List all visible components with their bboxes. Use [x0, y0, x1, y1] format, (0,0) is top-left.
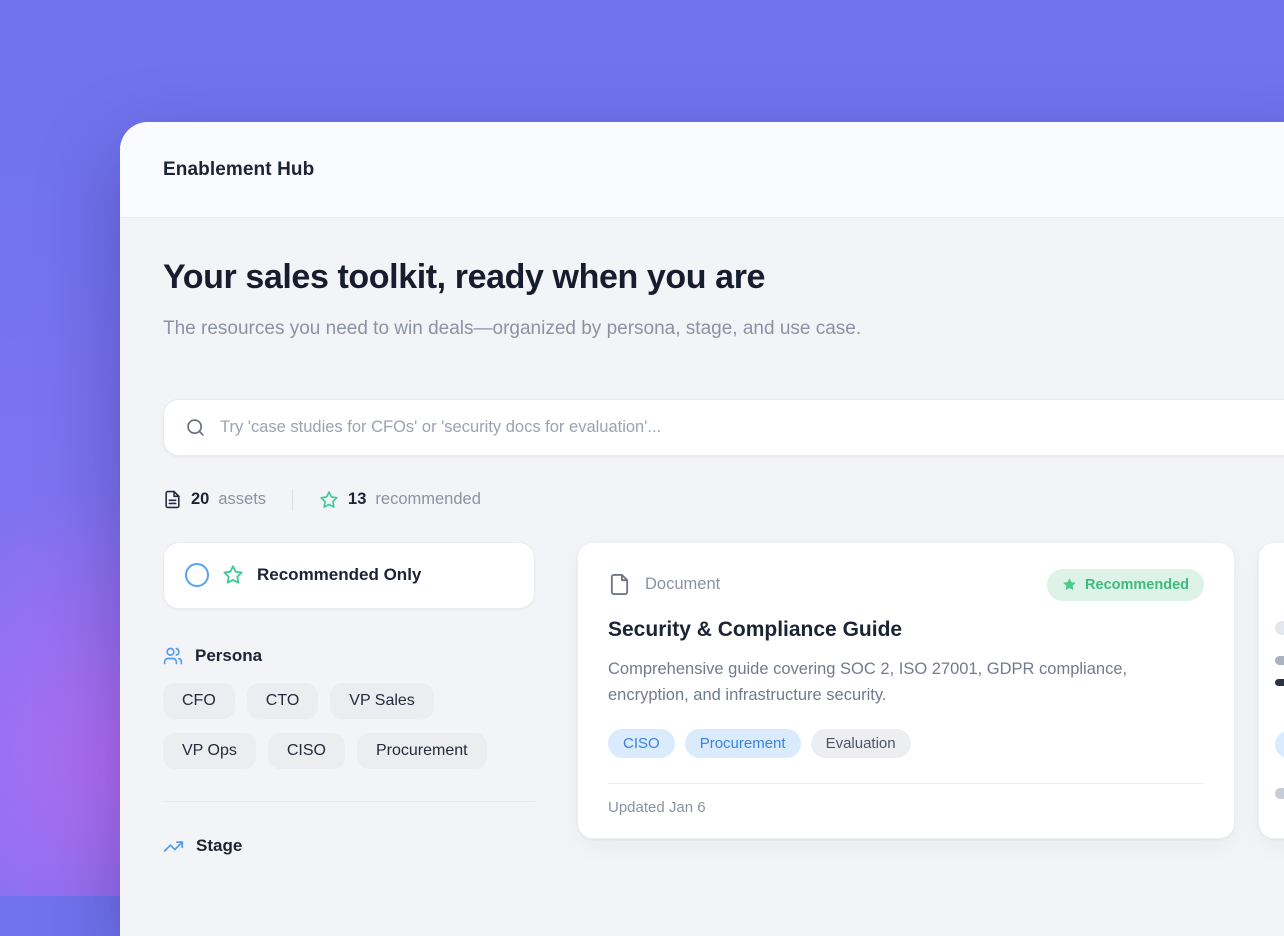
stats-row: 20 assets 13 recommended [163, 489, 1284, 511]
asset-card-partial[interactable] [1258, 542, 1284, 839]
assets-count: 20 assets [163, 490, 266, 509]
panel-body: Your sales toolkit, ready when you are T… [120, 258, 1284, 857]
trending-up-icon [163, 836, 184, 857]
persona-chip-vp-ops[interactable]: VP Ops [163, 733, 256, 769]
recommended-count-label: recommended [375, 490, 480, 509]
toggle-circle-icon[interactable] [185, 563, 209, 587]
stats-divider [292, 489, 293, 511]
persona-chip-cfo[interactable]: CFO [163, 683, 235, 719]
persona-chip-procurement[interactable]: Procurement [357, 733, 487, 769]
tag-evaluation: Evaluation [811, 729, 911, 758]
file-icon [608, 573, 631, 596]
page-subtitle: The resources you need to win deals—orga… [163, 313, 863, 345]
page-title: Your sales toolkit, ready when you are [163, 258, 1284, 297]
card-divider [608, 783, 1204, 784]
assets-count-value: 20 [191, 490, 209, 509]
persona-chip-ciso[interactable]: CISO [268, 733, 345, 769]
card-fragment [1275, 656, 1284, 665]
card-description: Comprehensive guide covering SOC 2, ISO … [608, 656, 1183, 709]
filters-sidebar: Recommended Only Persona CFO CTO VP Sale… [163, 542, 535, 857]
recommended-count-value: 13 [348, 490, 366, 509]
recommended-only-label: Recommended Only [257, 565, 421, 585]
recommended-badge-label: Recommended [1085, 577, 1189, 593]
star-icon [319, 490, 339, 510]
star-icon [222, 564, 244, 586]
app-title: Enablement Hub [163, 159, 314, 181]
recommended-only-toggle[interactable]: Recommended Only [163, 542, 535, 609]
card-tags: CISO Procurement Evaluation [608, 729, 1204, 758]
stage-filter-label: Stage [196, 836, 242, 856]
sidebar-divider [163, 801, 535, 802]
card-fragment [1275, 679, 1284, 686]
card-header: Document Recommended [608, 569, 1204, 601]
recommended-badge: Recommended [1047, 569, 1204, 601]
persona-filter-header: Persona [163, 646, 535, 666]
content-area: Recommended Only Persona CFO CTO VP Sale… [163, 542, 1284, 857]
file-text-icon [163, 490, 182, 509]
card-type-label: Document [645, 575, 720, 594]
search-icon [185, 417, 206, 438]
search-input[interactable] [220, 418, 1284, 437]
tag-ciso: CISO [608, 729, 675, 758]
card-title: Security & Compliance Guide [608, 618, 1204, 642]
persona-chip-vp-sales[interactable]: VP Sales [330, 683, 434, 719]
assets-count-label: assets [218, 490, 266, 509]
asset-cards: Document Recommended Security & Complian… [577, 542, 1284, 839]
search-bar[interactable] [163, 399, 1284, 456]
users-icon [163, 646, 183, 666]
card-fragment [1275, 731, 1284, 758]
persona-filter-label: Persona [195, 646, 262, 666]
card-fragment [1275, 788, 1284, 799]
asset-card-security-compliance[interactable]: Document Recommended Security & Complian… [577, 542, 1235, 839]
stage-filter-header: Stage [163, 836, 535, 857]
panel-header: Enablement Hub [120, 122, 1284, 218]
tag-procurement: Procurement [685, 729, 801, 758]
enablement-hub-panel: Enablement Hub Your sales toolkit, ready… [120, 122, 1284, 936]
card-updated: Updated Jan 6 [608, 799, 1204, 816]
recommended-count: 13 recommended [319, 490, 481, 510]
persona-chip-cto[interactable]: CTO [247, 683, 318, 719]
card-type: Document [608, 573, 720, 596]
persona-chips: CFO CTO VP Sales VP Ops CISO Procurement [163, 683, 535, 769]
card-fragment [1275, 621, 1284, 635]
star-filled-icon [1062, 577, 1077, 592]
